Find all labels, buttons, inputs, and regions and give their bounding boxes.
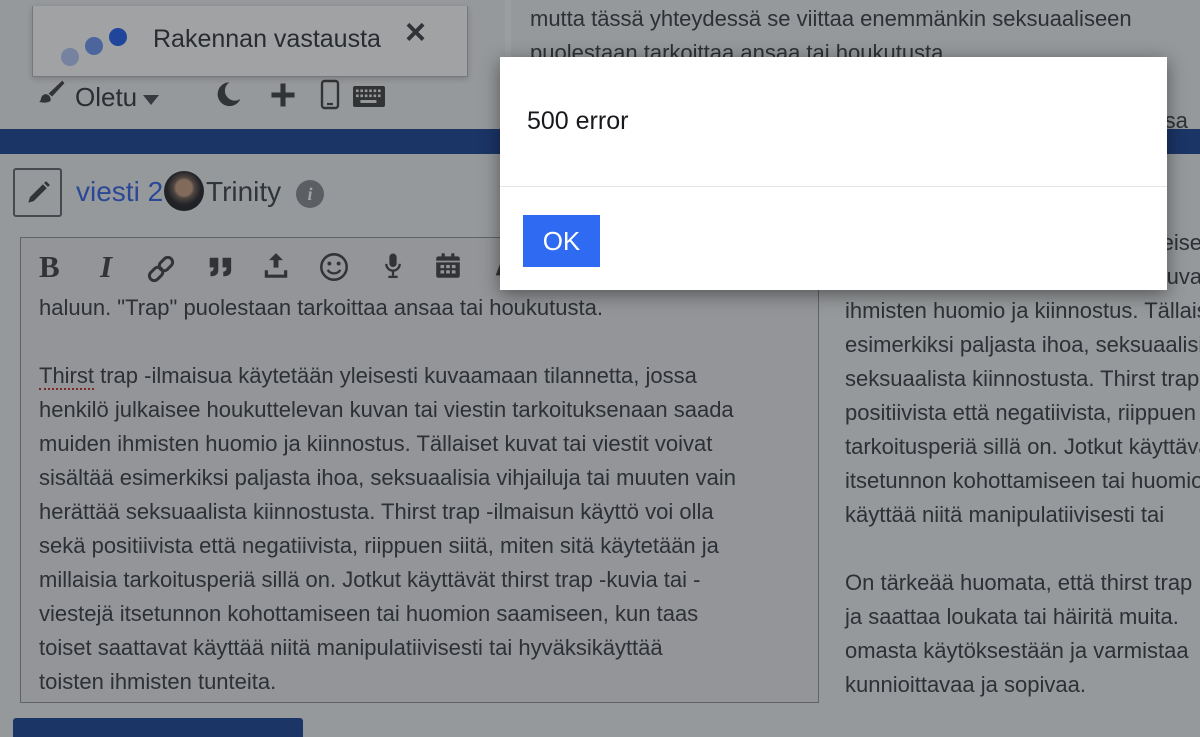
- dialog-message: 500 error: [527, 107, 628, 136]
- error-dialog: 500 error OK: [500, 57, 1167, 290]
- ok-button[interactable]: OK: [523, 215, 600, 267]
- dialog-divider: [500, 186, 1167, 187]
